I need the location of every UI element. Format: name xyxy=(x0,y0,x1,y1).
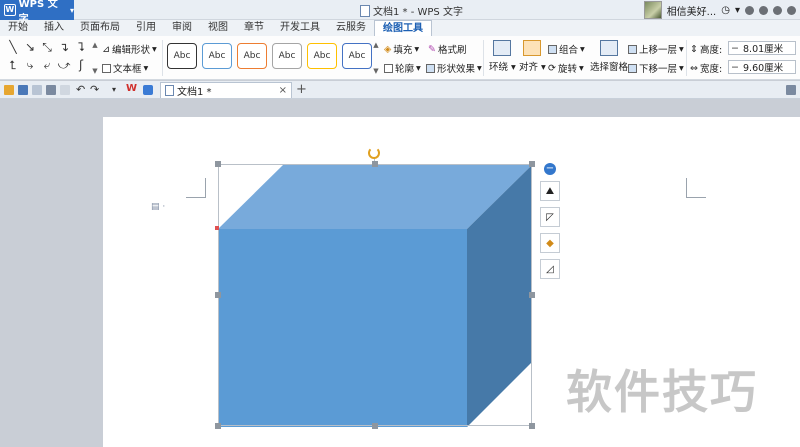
resize-handle-w[interactable] xyxy=(215,292,221,298)
resize-handle-e[interactable] xyxy=(529,292,535,298)
outline-pen-icon: ◿ xyxy=(546,263,554,275)
selection-frame xyxy=(218,164,532,426)
resize-handle-se[interactable] xyxy=(529,423,535,429)
layout-icon: ⛰ xyxy=(545,185,555,197)
resize-handle-sw[interactable] xyxy=(215,423,221,429)
edit-shape-side-button[interactable]: ◸ xyxy=(540,207,560,227)
layout-options-button[interactable]: ⛰ xyxy=(540,181,560,201)
resize-handle-n[interactable] xyxy=(372,161,378,167)
collapse-icon[interactable]: − xyxy=(544,163,556,175)
fill-side-button[interactable]: ◆ xyxy=(540,233,560,253)
rotate-handle-icon[interactable] xyxy=(368,147,380,159)
adjust-handle[interactable] xyxy=(215,226,219,230)
floating-shape-toolbar: − ⛰ ◸ ◆ ◿ xyxy=(539,163,561,285)
outline-side-button[interactable]: ◿ xyxy=(540,259,560,279)
resize-handle-s[interactable] xyxy=(372,423,378,429)
paint-bucket-icon: ◆ xyxy=(546,237,554,249)
resize-handle-nw[interactable] xyxy=(215,161,221,167)
edit-shape-icon: ◸ xyxy=(546,211,554,223)
watermark-text: 软件技巧 xyxy=(566,365,758,419)
resize-handle-ne[interactable] xyxy=(529,161,535,167)
